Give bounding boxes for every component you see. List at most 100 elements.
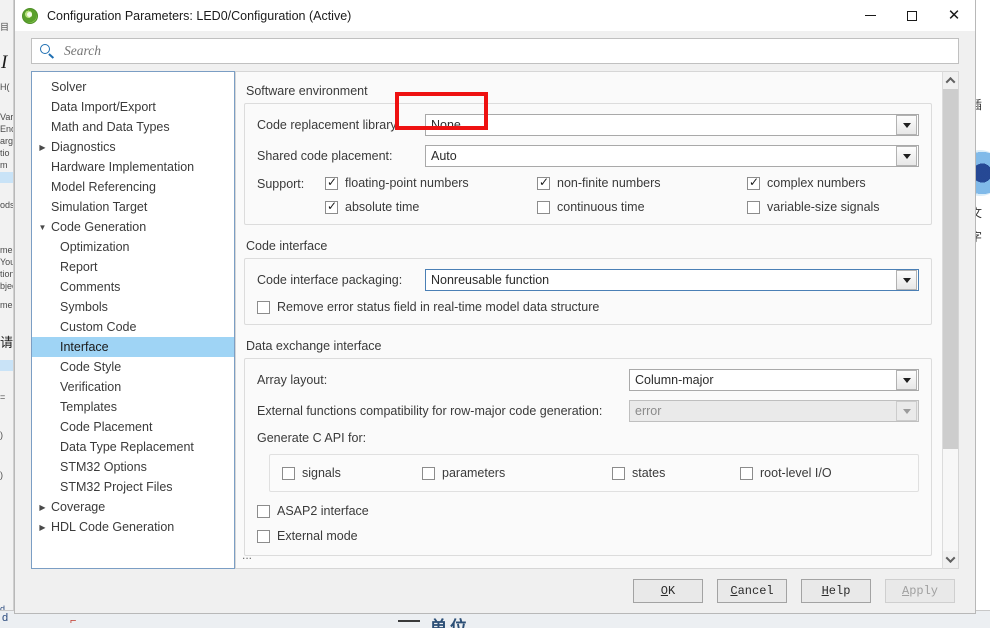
shared-code-placement-label: Shared code placement:	[257, 149, 393, 163]
chevron-down-icon[interactable]	[896, 146, 917, 166]
tree-item-label: Code Generation	[51, 220, 147, 234]
search-box[interactable]	[31, 38, 959, 64]
checkbox[interactable]	[282, 466, 295, 480]
tree-item-model-referencing[interactable]: Model Referencing	[32, 177, 234, 197]
scroll-up-button[interactable]	[943, 72, 958, 89]
help-button[interactable]: Help	[801, 579, 871, 603]
maximize-button[interactable]	[891, 0, 933, 31]
tree-item-comments[interactable]: Comments	[32, 277, 234, 297]
code-interface-packaging-combo[interactable]: Nonreusable function	[425, 269, 919, 291]
chevron-down-icon[interactable]	[896, 270, 917, 290]
generate-c-api-label-row: Generate C API for:	[257, 431, 919, 445]
chevron-down-icon[interactable]	[896, 115, 917, 135]
scroll-thumb[interactable]	[943, 89, 958, 450]
tree-item-data-type-replacement[interactable]: Data Type Replacement	[32, 437, 234, 457]
code-replacement-library-value: None	[431, 118, 461, 132]
tree-item-code-style[interactable]: Code Style	[32, 357, 234, 377]
checkbox[interactable]	[257, 300, 270, 314]
checkbox[interactable]	[257, 529, 270, 543]
bg-fragment: )	[0, 470, 3, 480]
content-vertical-scrollbar[interactable]	[942, 71, 959, 569]
bg-fragment: arg	[0, 136, 14, 146]
checkbox[interactable]	[325, 175, 338, 190]
remove-error-status-row: Remove error status field in real-time m…	[257, 300, 919, 314]
support-label: Support:	[257, 177, 305, 191]
tree-item-hardware-implementation[interactable]: Hardware Implementation	[32, 157, 234, 177]
settings-tree[interactable]: Solver Data Import/Export Math and Data …	[31, 71, 235, 569]
tree-item-stm32-project-files[interactable]: STM32 Project Files	[32, 477, 234, 497]
tree-item-coverage[interactable]: ▶ Coverage	[32, 497, 234, 517]
checkbox[interactable]	[747, 175, 760, 190]
close-button[interactable]: ✕	[933, 0, 975, 31]
tree-item-report[interactable]: Report	[32, 257, 234, 277]
support-absolute-time[interactable]: absolute time	[325, 199, 537, 214]
tree-item-templates[interactable]: Templates	[32, 397, 234, 417]
chevron-right-icon[interactable]: ▶	[36, 503, 49, 512]
chevron-down-icon[interactable]	[896, 370, 917, 390]
tree-item-label: Symbols	[60, 300, 108, 314]
checkbox[interactable]	[257, 504, 270, 518]
tree-item-optimization[interactable]: Optimization	[32, 237, 234, 257]
c-api-states[interactable]: states	[612, 466, 740, 480]
tree-item-symbols[interactable]: Symbols	[32, 297, 234, 317]
checkbox[interactable]	[325, 199, 338, 214]
cancel-button[interactable]: Cancel	[717, 579, 787, 603]
apply-button-label: Apply	[901, 584, 938, 598]
minimize-button[interactable]	[849, 0, 891, 31]
shared-code-placement-combo[interactable]: Auto	[425, 145, 919, 167]
tree-item-code-generation[interactable]: ▼ Code Generation	[32, 217, 234, 237]
tree-item-solver[interactable]: Solver	[32, 77, 234, 97]
support-complex-numbers[interactable]: complex numbers	[747, 175, 880, 190]
tree-item-label: Optimization	[60, 240, 130, 254]
search-input[interactable]	[62, 42, 952, 60]
tree-item-simulation-target[interactable]: Simulation Target	[32, 197, 234, 217]
software-environment-title: Software environment	[246, 84, 368, 98]
tree-item-diagnostics[interactable]: ▶ Diagnostics	[32, 137, 234, 157]
tree-item-label: Math and Data Types	[51, 120, 170, 134]
remove-error-status-checkbox-item[interactable]: Remove error status field in real-time m…	[257, 300, 599, 314]
support-non-finite-numbers[interactable]: non-finite numbers	[537, 175, 747, 190]
checkbox[interactable]	[422, 466, 435, 480]
chevron-right-icon[interactable]: ▶	[36, 143, 49, 152]
bg-fragment: You	[0, 257, 14, 267]
external-mode-checkbox-item[interactable]: External mode	[257, 529, 358, 543]
support-continuous-time[interactable]: continuous time	[537, 200, 747, 214]
background-left-panel: 目 I H( Var Enc arg tio m ods me You tion…	[0, 0, 14, 628]
tree-item-code-placement[interactable]: Code Placement	[32, 417, 234, 437]
scroll-track[interactable]	[943, 89, 958, 551]
support-variable-size-signals[interactable]: variable-size signals	[747, 200, 880, 214]
tree-item-math-and-data-types[interactable]: Math and Data Types	[32, 117, 234, 137]
ok-button[interactable]: OK	[633, 579, 703, 603]
code-replacement-library-combo[interactable]: None	[425, 114, 919, 136]
support-floating-point-numbers[interactable]: floating-point numbers	[325, 175, 537, 190]
checkbox-label: Remove error status field in real-time m…	[277, 300, 600, 314]
bg-fragment: Var	[0, 112, 14, 122]
array-layout-combo[interactable]: Column-major	[629, 369, 919, 391]
tree-item-interface[interactable]: Interface	[32, 337, 234, 357]
c-api-parameters[interactable]: parameters	[422, 466, 612, 480]
chevron-right-icon[interactable]: ▶	[36, 523, 49, 532]
checkbox[interactable]	[537, 175, 550, 190]
checkbox[interactable]	[747, 200, 760, 214]
checkbox[interactable]	[537, 200, 550, 214]
external-functions-compat-combo: error	[629, 400, 919, 422]
tree-item-data-import-export[interactable]: Data Import/Export	[32, 97, 234, 117]
tree-item-label: Report	[60, 260, 98, 274]
title-bar: Configuration Parameters: LED0/Configura…	[15, 0, 975, 31]
close-icon: ✕	[947, 6, 961, 24]
asap2-interface-checkbox-item[interactable]: ASAP2 interface	[257, 504, 369, 518]
checkbox-label: floating-point numbers	[345, 176, 469, 190]
chevron-down-icon[interactable]: ▼	[36, 223, 49, 232]
c-api-signals[interactable]: signals	[282, 466, 422, 480]
external-functions-compat-row: External functions compatibility for row…	[257, 400, 919, 422]
dialog-footer: OK Cancel Help Apply	[15, 569, 975, 613]
data-exchange-interface-title: Data exchange interface	[246, 339, 382, 353]
tree-item-hdl-code-generation[interactable]: ▶ HDL Code Generation	[32, 517, 234, 537]
tree-item-verification[interactable]: Verification	[32, 377, 234, 397]
tree-item-custom-code[interactable]: Custom Code	[32, 317, 234, 337]
checkbox[interactable]	[740, 466, 753, 480]
tree-item-stm32-options[interactable]: STM32 Options	[32, 457, 234, 477]
checkbox[interactable]	[612, 466, 625, 480]
c-api-root-level-io[interactable]: root-level I/O	[740, 466, 832, 480]
scroll-down-button[interactable]	[943, 551, 958, 568]
